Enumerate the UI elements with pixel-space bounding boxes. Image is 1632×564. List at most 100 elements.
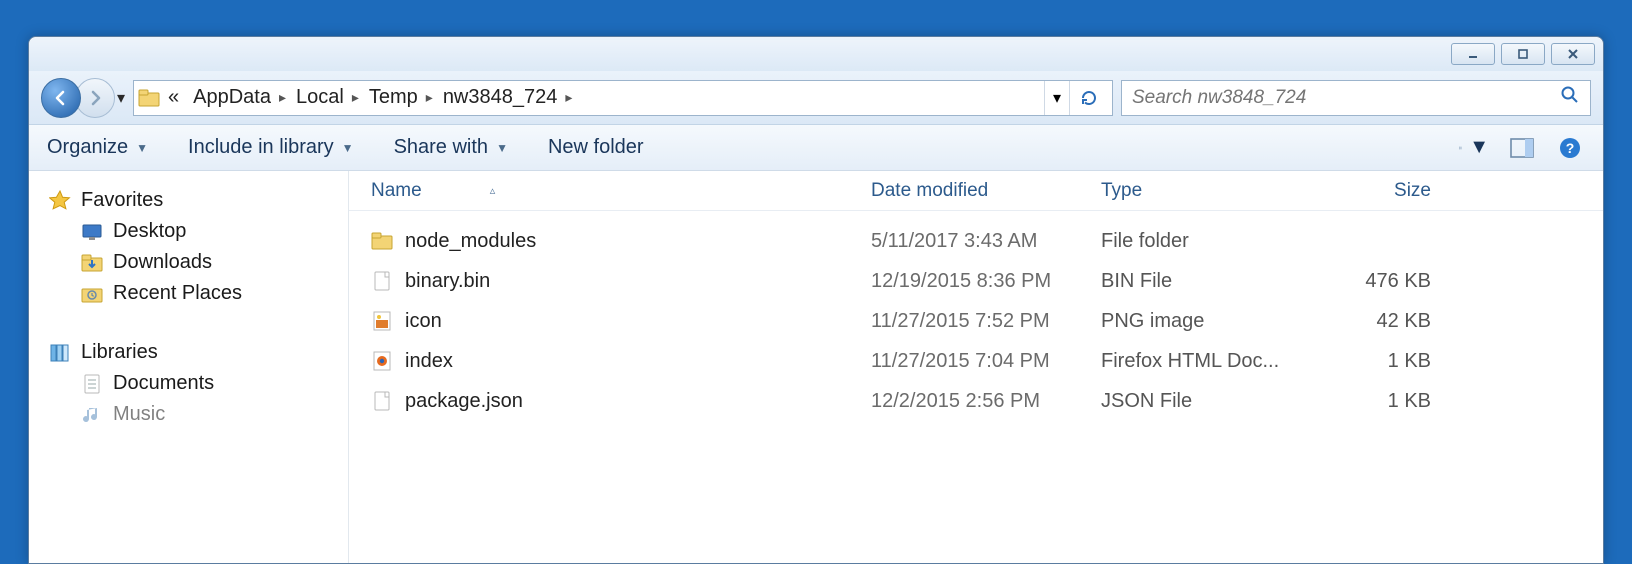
organize-label: Organize [47,136,128,159]
sidebar-item-desktop[interactable]: Desktop [49,216,348,247]
toolbar: Organize ▼ Include in library ▼ Share with… [29,125,1603,171]
file-date: 5/11/2017 3:43 AM [871,230,1101,253]
column-name[interactable]: Name ▵ [371,180,871,202]
sidebar-libraries[interactable]: Libraries [49,337,348,368]
new-folder-button[interactable]: New folder [548,136,644,159]
breadcrumb-prefix[interactable]: « [162,81,185,115]
minimize-icon [1466,47,1480,61]
file-size: 42 KB [1329,310,1449,333]
history-dropdown[interactable]: ▾ [117,88,125,108]
libraries-icon [49,342,71,364]
file-name: index [405,350,453,373]
breadcrumb-temp[interactable]: Temp [363,81,424,115]
close-icon [1566,47,1580,61]
column-type[interactable]: Type [1101,180,1329,202]
preview-pane-button[interactable] [1507,133,1537,163]
titlebar [29,37,1603,71]
arrow-right-icon [86,89,104,107]
sidebar-favorites[interactable]: Favorites [49,185,348,216]
column-size[interactable]: Size [1329,180,1449,202]
sidebar-item-recent-places[interactable]: Recent Places [49,278,348,309]
breadcrumb-appdata[interactable]: AppData [187,81,277,115]
file-type: JSON File [1101,390,1329,413]
chevron-right-icon[interactable]: ▸ [563,89,574,106]
file-row[interactable]: package.json12/2/2015 2:56 PMJSON File1 … [371,381,1603,421]
chevron-down-icon: ▼ [342,141,354,155]
file-pane: Name ▵ Date modified Type Size node_modul… [349,171,1603,563]
breadcrumb-nw3848[interactable]: nw3848_724 [437,81,564,115]
downloads-icon [81,252,103,274]
search-input[interactable] [1132,87,1560,109]
sidebar-item-documents[interactable]: Documents [49,368,348,399]
share-label: Share with [394,136,489,159]
sidebar: Favorites Desktop Downloads Recent Place… [29,171,349,563]
star-icon [49,190,71,212]
html-icon [371,350,393,372]
file-date: 12/2/2015 2:56 PM [871,390,1101,413]
breadcrumb-local[interactable]: Local [290,81,350,115]
sidebar-favorites-label: Favorites [81,189,163,212]
nav-row: ▾ « AppData▸ Local▸ Temp▸ nw3848_724▸ ▾ [29,71,1603,125]
search-icon[interactable] [1560,85,1580,110]
view-list-icon [1459,138,1463,158]
organize-menu[interactable]: Organize ▼ [47,136,148,159]
column-date[interactable]: Date modified [871,180,1101,202]
chevron-right-icon[interactable]: ▸ [277,89,288,106]
music-icon [81,404,103,426]
sort-ascending-icon: ▵ [490,184,496,197]
back-button[interactable] [41,78,81,118]
sidebar-item-downloads[interactable]: Downloads [49,247,348,278]
svg-text:?: ? [1566,140,1575,156]
help-icon: ? [1559,137,1581,159]
file-list: node_modules5/11/2017 3:43 AMFile folder… [349,211,1603,421]
chevron-right-icon[interactable]: ▸ [350,89,361,106]
view-menu[interactable]: ▼ [1459,133,1489,163]
documents-icon [81,373,103,395]
sidebar-item-music[interactable]: Music [49,399,348,430]
file-size: 1 KB [1329,350,1449,373]
file-date: 12/19/2015 8:36 PM [871,270,1101,293]
file-date: 11/27/2015 7:04 PM [871,350,1101,373]
chevron-down-icon: ▼ [136,141,148,155]
minimize-button[interactable] [1451,43,1495,65]
page-icon [371,390,393,412]
file-name: icon [405,310,442,333]
include-in-library-menu[interactable]: Include in library ▼ [188,136,354,159]
forward-button[interactable] [75,78,115,118]
sidebar-libraries-label: Libraries [81,341,158,364]
maximize-button[interactable] [1501,43,1545,65]
close-button[interactable] [1551,43,1595,65]
file-name: package.json [405,390,523,413]
file-name: node_modules [405,230,536,253]
share-with-menu[interactable]: Share with ▼ [394,136,508,159]
sidebar-item-label: Recent Places [113,282,242,305]
file-size: 476 KB [1329,270,1449,293]
sidebar-item-label: Documents [113,372,214,395]
file-type: Firefox HTML Doc... [1101,350,1329,373]
chevron-down-icon: ▼ [496,141,508,155]
file-row[interactable]: icon11/27/2015 7:52 PMPNG image42 KB [371,301,1603,341]
chevron-right-icon[interactable]: ▸ [424,89,435,106]
column-headers: Name ▵ Date modified Type Size [349,171,1603,211]
folder-icon [371,230,393,252]
file-row[interactable]: binary.bin12/19/2015 8:36 PMBIN File476 … [371,261,1603,301]
address-dropdown[interactable]: ▾ [1044,81,1069,115]
file-date: 11/27/2015 7:52 PM [871,310,1101,333]
sidebar-item-label: Desktop [113,220,186,243]
file-row[interactable]: node_modules5/11/2017 3:43 AMFile folder [371,221,1603,261]
help-button[interactable]: ? [1555,133,1585,163]
refresh-button[interactable] [1069,81,1108,115]
address-bar[interactable]: « AppData▸ Local▸ Temp▸ nw3848_724▸ ▾ [133,80,1113,116]
column-name-label: Name [371,180,422,202]
chevron-down-icon: ▼ [1469,136,1489,159]
body: Favorites Desktop Downloads Recent Place… [29,171,1603,563]
refresh-icon [1080,89,1098,107]
file-row[interactable]: index 11/27/2015 7:04 PMFirefox HTML Doc.… [371,341,1603,381]
maximize-icon [1516,47,1530,61]
preview-pane-icon [1510,138,1534,158]
png-icon [371,310,393,332]
search-box[interactable] [1121,80,1591,116]
folder-icon [138,87,160,109]
include-label: Include in library [188,136,334,159]
file-type: BIN File [1101,270,1329,293]
